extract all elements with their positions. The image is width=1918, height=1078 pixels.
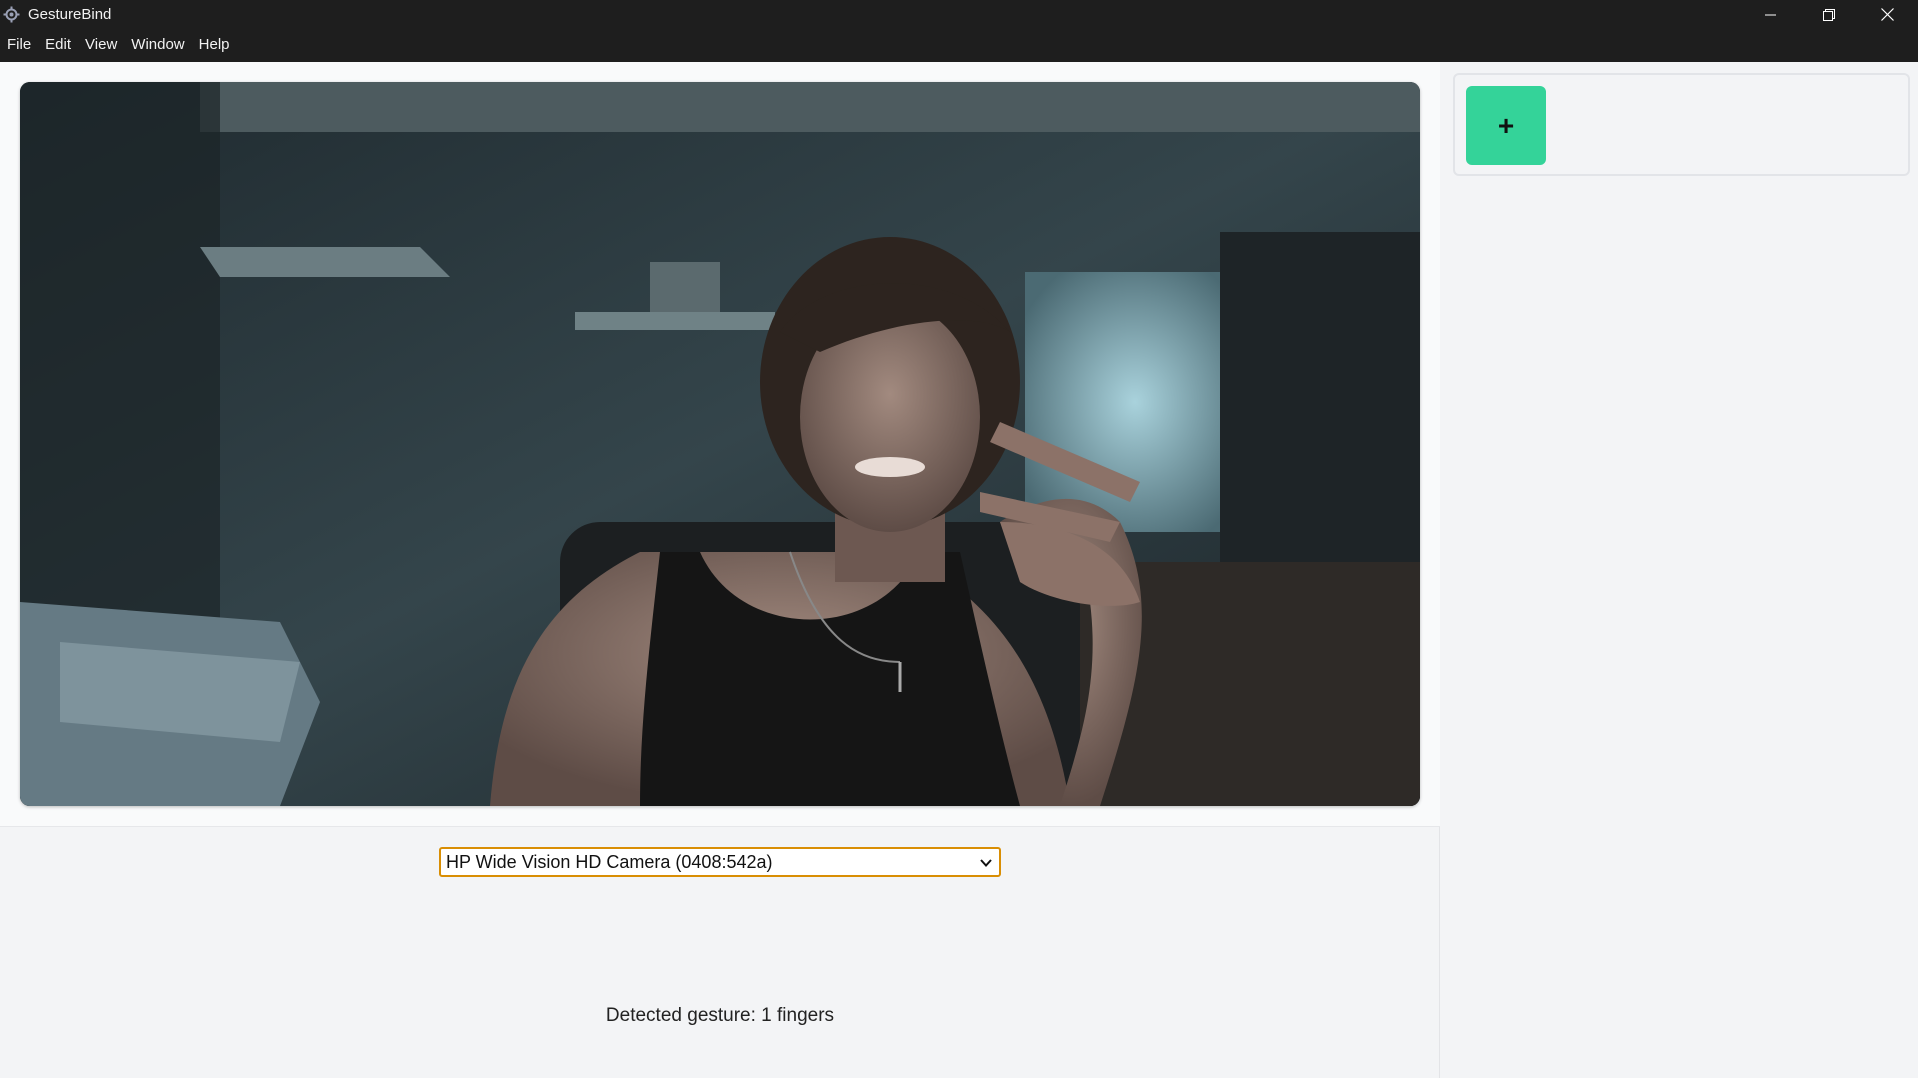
menu-file[interactable]: File <box>0 33 38 55</box>
video-section <box>0 62 1440 827</box>
window-title: GestureBind <box>28 6 112 23</box>
menu-edit[interactable]: Edit <box>38 33 78 55</box>
restore-icon <box>1823 8 1835 21</box>
close-icon <box>1880 8 1894 21</box>
minimize-icon <box>1765 14 1776 15</box>
minimize-button[interactable] <box>1742 0 1800 29</box>
camera-feed-image <box>20 82 1420 806</box>
camera-select-value: HP Wide Vision HD Camera (0408:542a) <box>446 851 773 872</box>
menu-window[interactable]: Window <box>124 33 191 55</box>
camera-select[interactable]: HP Wide Vision HD Camera (0408:542a) <box>439 847 1001 877</box>
menu-bar: File Edit View Window Help <box>0 33 237 55</box>
title-row: GestureBind <box>0 0 1918 29</box>
bindings-panel: + <box>1441 62 1918 1078</box>
detected-gesture-status: Detected gesture: 1 fingers <box>605 1005 835 1026</box>
title-bar: GestureBind File Edit View Window Help <box>0 0 1918 62</box>
camera-preview <box>20 82 1420 806</box>
main-area: HP Wide Vision HD Camera (0408:542a) Det… <box>0 62 1440 1078</box>
chevron-down-icon <box>980 859 992 867</box>
menu-help[interactable]: Help <box>192 33 237 55</box>
add-binding-button[interactable]: + <box>1466 86 1546 165</box>
restore-button[interactable] <box>1800 0 1858 29</box>
binding-card: + <box>1453 73 1910 176</box>
menu-view[interactable]: View <box>78 33 124 55</box>
gear-app-icon <box>3 6 20 23</box>
close-button[interactable] <box>1858 0 1916 29</box>
